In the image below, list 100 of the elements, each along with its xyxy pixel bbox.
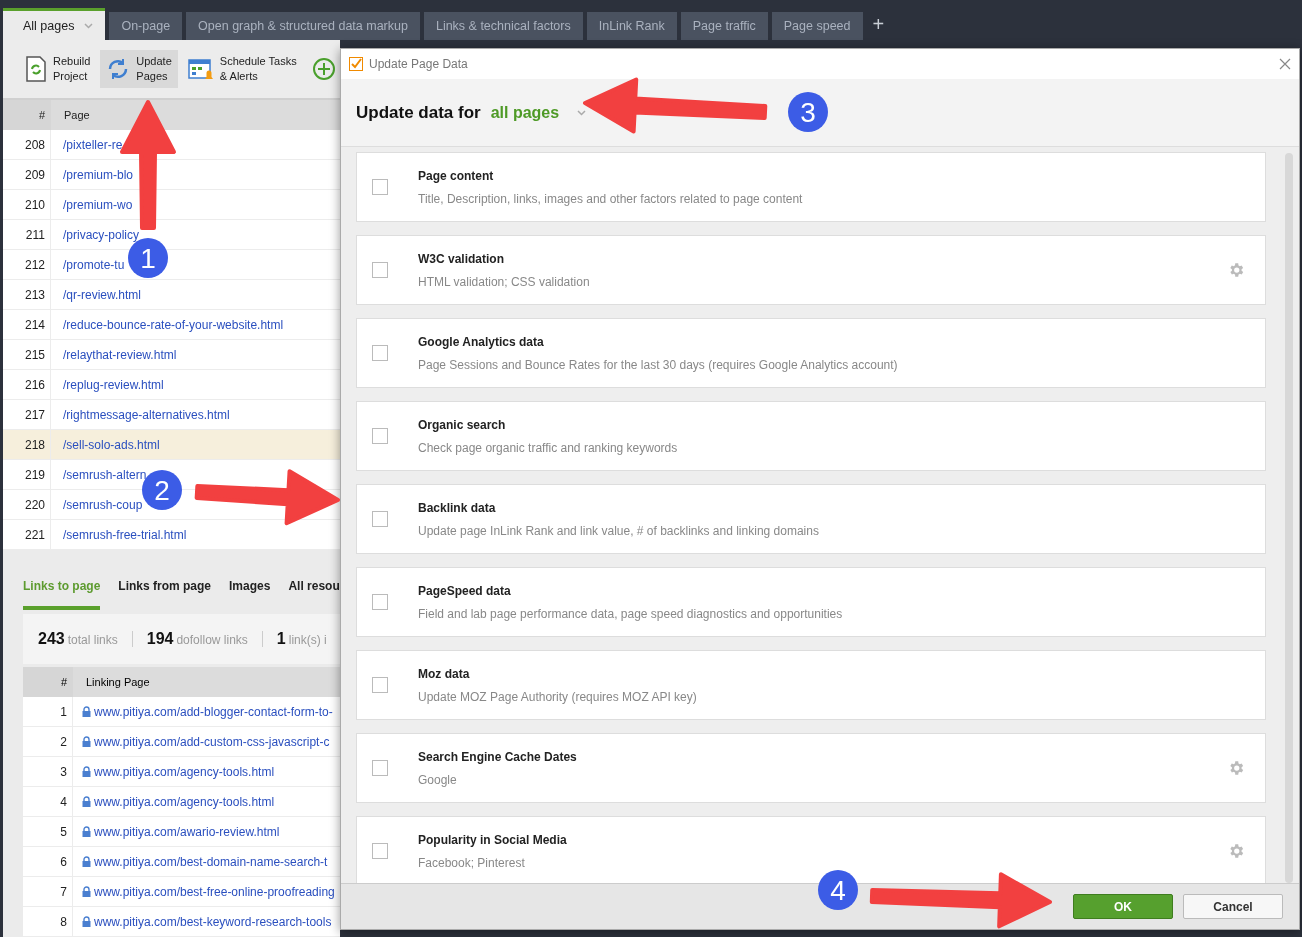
option-checkbox[interactable] <box>372 262 388 278</box>
page-link[interactable]: /semrush-coup <box>63 490 143 519</box>
scrollbar[interactable] <box>1285 153 1293 883</box>
dialog-heading: Update data for <box>356 102 481 123</box>
page-row[interactable]: 213 /qr-review.html <box>3 280 340 310</box>
view-tab[interactable]: InLink Rank <box>586 12 677 40</box>
view-tab[interactable]: Page traffic <box>680 12 768 40</box>
option-checkbox[interactable] <box>372 179 388 195</box>
page-row[interactable]: 221 /semrush-free-trial.html <box>3 520 340 550</box>
step-marker: 4 <box>818 870 858 910</box>
row-number: 210 <box>3 190 51 219</box>
view-tab[interactable]: On-page <box>109 12 183 40</box>
page-link[interactable]: /qr-review.html <box>63 280 142 309</box>
option-title: Moz data <box>418 666 471 681</box>
add-icon <box>312 58 335 80</box>
lock-icon <box>82 886 91 897</box>
document-refresh-icon <box>25 56 47 82</box>
linking-page-url[interactable]: www.pitiya.com/agency-tools.html <box>94 764 275 779</box>
page-link[interactable]: /semrush-altern <box>63 460 147 489</box>
option-description: Update MOZ Page Authority (requires MOZ API key) <box>418 689 698 704</box>
toolbar-button[interactable]: Rebuild Project <box>19 50 97 88</box>
page-row[interactable]: 218 /sell-solo-ads.html <box>3 430 340 460</box>
page-link[interactable]: /promote-tu <box>63 250 125 279</box>
view-tab[interactable]: Open graph & structured data markup <box>186 12 420 40</box>
link-stat: 1 link(s) i <box>276 630 327 648</box>
option-title: Organic search <box>418 417 507 432</box>
row-number: 213 <box>3 280 51 309</box>
row-number: 218 <box>3 430 51 459</box>
option-description: Check page organic traffic and ranking keywords <box>418 440 679 455</box>
linking-page-url[interactable]: www.pitiya.com/agency-tools.html <box>94 794 275 809</box>
row-number: 212 <box>3 250 51 279</box>
option-checkbox[interactable] <box>372 511 388 527</box>
page-row[interactable]: 209 /premium-blo <box>3 160 340 190</box>
page-row[interactable]: 215 /relaythat-review.html <box>3 340 340 370</box>
page-link[interactable]: /rightmessage-alternatives.html <box>63 400 230 429</box>
page-link[interactable]: /sell-solo-ads.html <box>63 430 160 459</box>
link-stat: 194 dofollow links <box>146 630 248 648</box>
view-tab[interactable]: Links & technical factors <box>423 12 583 40</box>
option-checkbox[interactable] <box>372 843 388 859</box>
row-number: 220 <box>3 490 51 519</box>
cancel-button[interactable]: Cancel <box>1183 894 1283 919</box>
row-number: 4 <box>23 787 73 816</box>
row-number: 216 <box>3 370 51 399</box>
view-tab[interactable]: All pages <box>3 8 106 40</box>
option-description: Google <box>418 772 458 787</box>
add-tab-button[interactable]: + <box>866 13 891 40</box>
close-icon[interactable] <box>1279 58 1291 70</box>
linking-page-url[interactable]: www.pitiya.com/best-free-online-proofreading <box>94 884 335 899</box>
option-description: Page Sessions and Bounce Rates for the last 30 days (requires Google Analytics account) <box>418 357 899 372</box>
page-row[interactable]: 210 /premium-wo <box>3 190 340 220</box>
linking-page-url[interactable]: www.pitiya.com/add-custom-css-javascript-c <box>94 734 330 749</box>
option-description: Field and lab page performance data, page speed diagnostics and opportunities <box>418 606 844 621</box>
row-number: 5 <box>23 817 73 846</box>
caret-icon[interactable] <box>577 109 587 116</box>
page-link[interactable]: /relaythat-review.html <box>63 340 177 369</box>
lock-icon <box>82 766 91 777</box>
lock-icon <box>82 856 91 867</box>
row-number: 211 <box>3 220 51 249</box>
linking-page-url[interactable]: www.pitiya.com/best-domain-name-search-t <box>94 854 328 869</box>
option-description: HTML validation; CSS validation <box>418 274 591 289</box>
page-link[interactable]: /pixteller-re <box>63 130 123 159</box>
page-link[interactable]: /semrush-free-trial.html <box>63 520 187 549</box>
linking-page-url[interactable]: www.pitiya.com/best-keyword-research-tools <box>94 914 332 929</box>
row-number: 217 <box>3 400 51 429</box>
option-checkbox[interactable] <box>372 345 388 361</box>
option-checkbox[interactable] <box>372 594 388 610</box>
panel-tab[interactable]: Links from page <box>118 565 212 610</box>
option-description: Facebook; Pinterest <box>418 855 526 870</box>
panel-tab[interactable]: Images <box>229 565 271 610</box>
toolbar-button[interactable]: Update Pages <box>100 50 178 88</box>
panel-tab[interactable]: All resou <box>288 565 340 610</box>
dialog-title: Update Page Data <box>369 57 468 71</box>
toolbar-button[interactable]: Schedule Tasks & Alerts <box>181 50 303 88</box>
option-checkbox[interactable] <box>372 760 388 776</box>
column-header[interactable]: Page <box>51 100 340 130</box>
page-link[interactable]: /premium-wo <box>63 190 133 219</box>
lock-icon <box>82 826 91 837</box>
option-checkbox[interactable] <box>372 677 388 693</box>
option-checkbox[interactable] <box>372 428 388 444</box>
row-number: 8 <box>23 907 73 936</box>
row-number: 219 <box>3 460 51 489</box>
linking-page-url[interactable]: www.pitiya.com/awario-review.html <box>94 824 280 839</box>
page-row[interactable]: 216 /replug-review.html <box>3 370 340 400</box>
row-number: 7 <box>23 877 73 906</box>
row-number: 214 <box>3 310 51 339</box>
link-stat: 243 total links <box>38 630 118 648</box>
lock-icon <box>82 736 91 747</box>
option-title: W3C validation <box>418 251 505 266</box>
row-number: 2 <box>23 727 73 756</box>
option-description: Update page InLink Rank and link value, # of backlinks and linking domains <box>418 523 820 538</box>
page-row[interactable]: 217 /rightmessage-alternatives.html <box>3 400 340 430</box>
row-number: 208 <box>3 130 51 159</box>
linking-page-url[interactable]: www.pitiya.com/add-blogger-contact-form-to- <box>94 704 333 719</box>
page-link[interactable]: /replug-review.html <box>63 370 164 399</box>
lock-icon <box>82 796 91 807</box>
page-row[interactable]: 214 /reduce-bounce-rate-of-your-website.html <box>3 310 340 340</box>
view-tab[interactable]: Page speed <box>771 12 863 40</box>
page-link[interactable]: /premium-blo <box>63 160 134 189</box>
column-header[interactable]: Linking Page <box>73 667 340 697</box>
page-link[interactable]: /reduce-bounce-rate-of-your-website.html <box>63 310 284 339</box>
